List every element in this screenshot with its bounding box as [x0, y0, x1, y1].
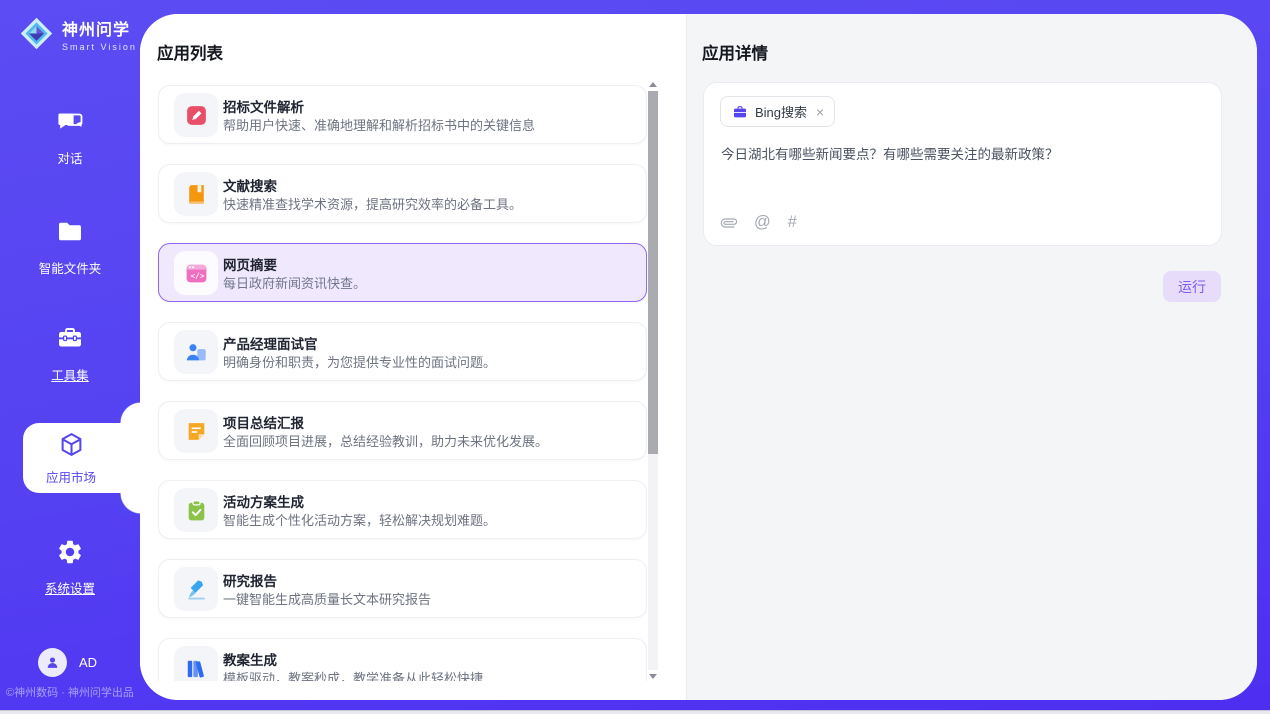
app-list-title: 应用列表	[157, 40, 223, 64]
close-icon[interactable]: ×	[816, 105, 824, 119]
app-window: 神州问学 Smart Vision 对话智能文件夹工具集应用市场系统设置 AD …	[0, 0, 1270, 714]
app-card-title: 教案生成	[223, 649, 277, 669]
app-card[interactable]: 活动方案生成智能生成个性化活动方案，轻松解决规划难题。	[158, 480, 647, 539]
sidebar-item-label: 工具集	[51, 365, 89, 384]
app-card-title: 研究报告	[223, 570, 277, 590]
app-card-title: 招标文件解析	[223, 96, 304, 116]
app-list-scrollbar[interactable]	[648, 80, 658, 681]
hash-icon[interactable]: #	[788, 213, 797, 232]
sidebar-item-gear[interactable]: 系统设置	[0, 538, 140, 597]
scroll-up-arrow-icon[interactable]	[649, 82, 657, 87]
app-card[interactable]: 项目总结汇报全面回顾项目进展，总结经验教训，助力未来优化发展。	[158, 401, 647, 460]
cube-icon	[58, 431, 85, 463]
app-card-title: 网页摘要	[223, 254, 277, 274]
app-card[interactable]: 研究报告一键智能生成高质量长文本研究报告	[158, 559, 647, 618]
app-card-list: 招标文件解析帮助用户快速、准确地理解和解析招标书中的关键信息文献搜索快速精准查找…	[158, 85, 647, 681]
app-card-description: 明确身份和职责，为您提供专业性的面试问题。	[223, 352, 496, 371]
scrollbar-thumb[interactable]	[648, 91, 658, 454]
sidebar-item-label: 对话	[57, 148, 82, 167]
bing-search-tag[interactable]: Bing搜索 ×	[720, 96, 835, 127]
sidebar-item-label: 系统设置	[45, 578, 95, 597]
input-toolbar: @ #	[721, 213, 797, 232]
chat-icon	[56, 108, 84, 141]
book-icon	[174, 172, 218, 216]
sidebar-item-chat[interactable]: 对话	[0, 108, 140, 167]
copyright-footer: ©神州数码 · 神州问学出品	[0, 684, 140, 700]
sidebar-item-label: 应用市场	[46, 467, 96, 486]
scroll-down-arrow-icon[interactable]	[649, 674, 657, 679]
run-button[interactable]: 运行	[1163, 271, 1221, 302]
report-icon	[174, 409, 218, 453]
gear-icon	[56, 538, 84, 571]
main-content: 应用列表 招标文件解析帮助用户快速、准确地理解和解析招标书中的关键信息文献搜索快…	[140, 14, 1257, 700]
user-avatar-icon	[44, 654, 61, 671]
app-card-title: 文献搜索	[223, 175, 277, 195]
app-card-description: 全面回顾项目进展，总结经验教训，助力未来优化发展。	[223, 431, 548, 450]
app-detail-panel: 应用详情 Bing搜索 × 今日湖北有哪些新闻要点？有哪些需要关注的最新政策？ …	[686, 14, 1257, 700]
brand-subtitle: Smart Vision	[62, 42, 137, 52]
interview-icon	[174, 330, 218, 374]
app-card[interactable]: 产品经理面试官明确身份和职责，为您提供专业性的面试问题。	[158, 322, 647, 381]
app-card[interactable]: 招标文件解析帮助用户快速、准确地理解和解析招标书中的关键信息	[158, 85, 647, 144]
edit-doc-icon	[174, 93, 218, 137]
brand-name: 神州问学	[62, 16, 137, 40]
brand-logo: 神州问学 Smart Vision	[18, 15, 137, 52]
app-card-title: 活动方案生成	[223, 491, 304, 511]
app-card-description: 智能生成个性化活动方案，轻松解决规划难题。	[223, 510, 496, 529]
app-card-description: 快速精准查找学术资源，提高研究效率的必备工具。	[223, 194, 522, 213]
web-code-icon: </>	[174, 251, 218, 295]
app-card-description: 一键智能生成高质量长文本研究报告	[223, 589, 431, 608]
svg-text:</>: </>	[190, 271, 204, 280]
app-card-description: 每日政府新闻资讯快查。	[223, 273, 366, 292]
app-card[interactable]: 教案生成模板驱动，教案秒成，教学准备从此轻松快捷	[158, 638, 647, 681]
books-icon	[174, 646, 218, 681]
plan-icon	[174, 488, 218, 532]
app-card-title: 项目总结汇报	[223, 412, 304, 432]
mention-icon[interactable]: @	[754, 213, 771, 232]
app-list-panel: 应用列表 招标文件解析帮助用户快速、准确地理解和解析招标书中的关键信息文献搜索快…	[140, 14, 686, 700]
sidebar-item-cube[interactable]: 应用市场	[23, 423, 141, 493]
research-icon	[174, 567, 218, 611]
folder-icon	[56, 218, 84, 251]
attachment-icon[interactable]	[721, 215, 737, 231]
app-card-title: 产品经理面试官	[223, 333, 318, 353]
app-card[interactable]: </> 网页摘要每日政府新闻资讯快查。	[158, 243, 647, 302]
app-card-description: 模板驱动，教案秒成，教学准备从此轻松快捷	[223, 668, 483, 681]
sidebar: 神州问学 Smart Vision 对话智能文件夹工具集应用市场系统设置 AD …	[0, 0, 140, 714]
briefcase-icon	[732, 104, 748, 120]
tag-label: Bing搜索	[755, 102, 807, 121]
query-input-card[interactable]: Bing搜索 × 今日湖北有哪些新闻要点？有哪些需要关注的最新政策？ @ #	[703, 82, 1222, 246]
query-input[interactable]: 今日湖北有哪些新闻要点？有哪些需要关注的最新政策？	[721, 145, 1205, 165]
app-detail-title: 应用详情	[702, 40, 768, 64]
app-card-description: 帮助用户快速、准确地理解和解析招标书中的关键信息	[223, 115, 535, 134]
user-initials: AD	[79, 655, 97, 670]
diamond-logo-icon	[18, 15, 55, 52]
user-account[interactable]: AD	[38, 648, 97, 677]
sidebar-item-folder[interactable]: 智能文件夹	[0, 218, 140, 277]
sidebar-item-toolbox[interactable]: 工具集	[0, 325, 140, 384]
window-bottom-edge	[0, 710, 1270, 714]
toolbox-icon	[56, 325, 84, 358]
sidebar-item-label: 智能文件夹	[39, 258, 102, 277]
avatar[interactable]	[38, 648, 67, 677]
app-card[interactable]: 文献搜索快速精准查找学术资源，提高研究效率的必备工具。	[158, 164, 647, 223]
